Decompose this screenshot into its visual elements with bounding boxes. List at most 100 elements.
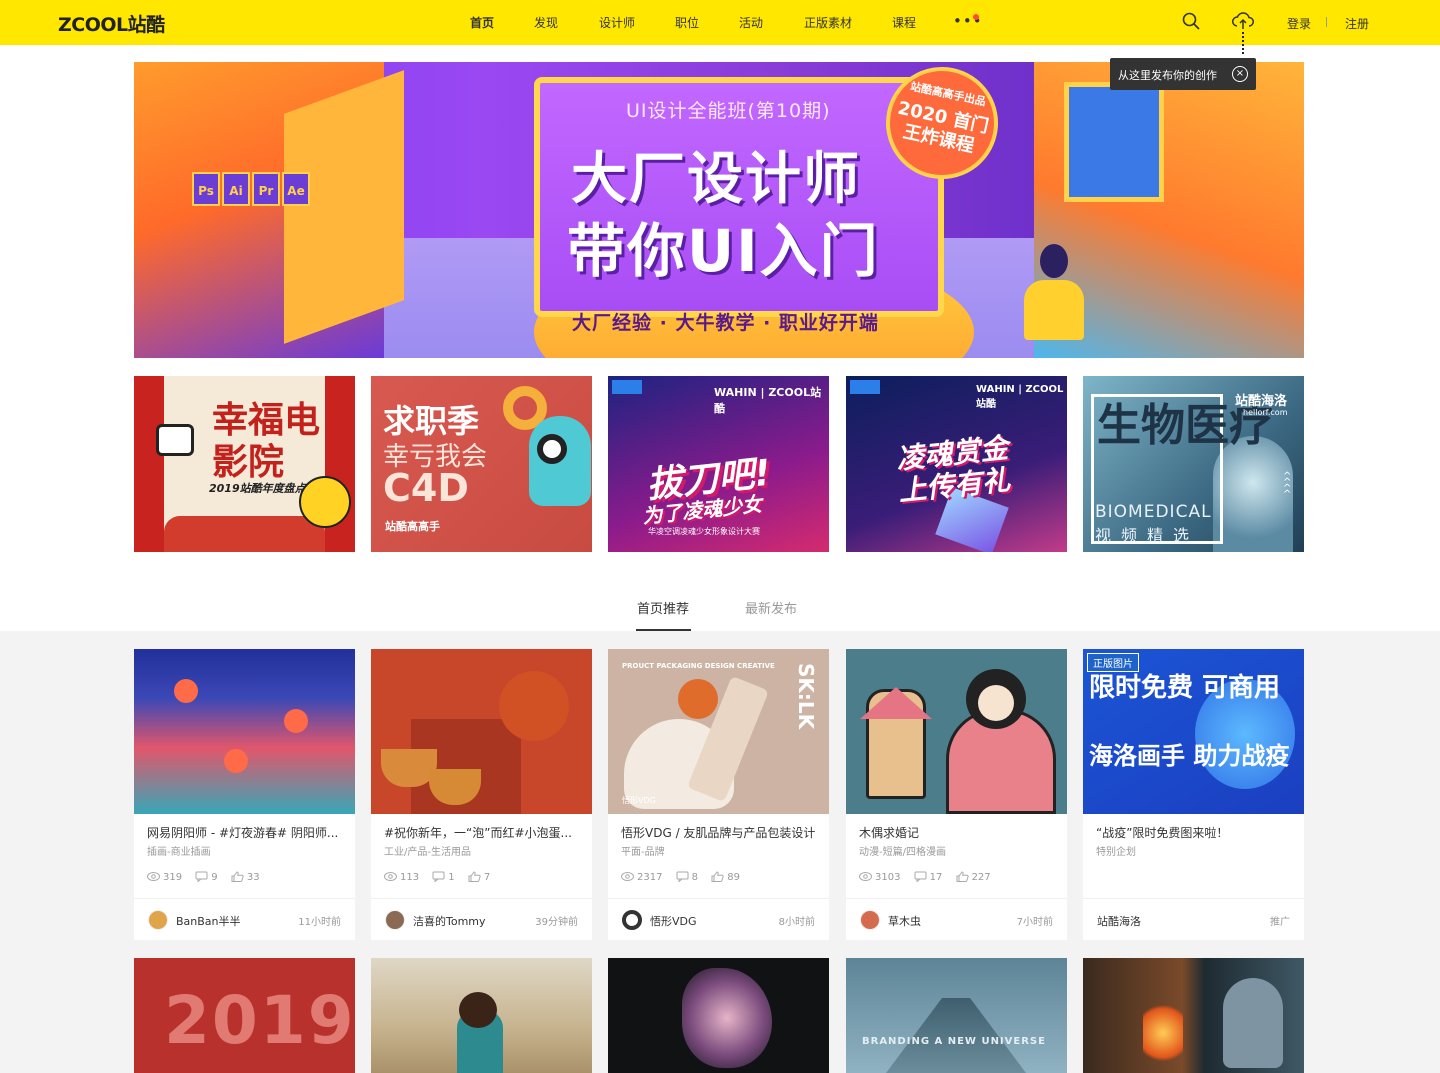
author-name[interactable]: 站酷海洛 <box>1097 913 1141 929</box>
zcool-logo[interactable]: ZCOOL站酷 <box>58 10 165 36</box>
comments-stat: 17 <box>914 871 942 883</box>
avatar[interactable] <box>148 910 168 930</box>
tab-recommended[interactable]: 首页推荐 <box>637 598 689 617</box>
work-thumbnail[interactable] <box>134 649 355 814</box>
upload-cloud-icon[interactable] <box>1232 11 1254 31</box>
chevron-up-icon: ^ ^ ^ ^ <box>1283 471 1292 500</box>
close-icon[interactable]: × <box>1232 66 1248 82</box>
nav-home[interactable]: 首页 <box>470 14 494 31</box>
nav-activities[interactable]: 活动 <box>739 14 763 31</box>
hero-banner[interactable]: Ps Ai Pr Ae UI设计全能班(第10期) 大厂设计师 带你UI入门 大厂经验… <box>134 62 1304 358</box>
register-link[interactable]: 注册 <box>1345 15 1369 32</box>
nav-discover[interactable]: 发现 <box>534 14 558 31</box>
work-title[interactable]: 网易阴阳师 - #灯夜游春# 阴阳师... <box>147 824 347 841</box>
girl-dress <box>1024 280 1084 340</box>
ad-label: 推广 <box>1270 917 1290 928</box>
search-icon[interactable] <box>1182 12 1200 30</box>
hero-headline-1: 大厂设计师 <box>571 147 861 212</box>
likes-stat: 227 <box>956 871 991 883</box>
author-name[interactable]: 洁喜的Tommy <box>413 913 486 929</box>
banner-title: 幸福电影院 <box>212 400 321 483</box>
work-card[interactable]: 木偶求婚记 动漫-短篇/四格漫画 3103 17 227 草木虫 7小时前 <box>846 649 1067 940</box>
promo-card[interactable]: 限时免费 可商用 海洛画手 助力战疫 正版图片 “战疫”限时免费图来啦！ 特别企… <box>1083 649 1304 940</box>
banner-foot: 站酷高高手 <box>385 520 440 533</box>
work-title[interactable]: “战疫”限时免费图来啦！ <box>1096 824 1296 841</box>
comment-icon <box>676 871 689 882</box>
avatar[interactable] <box>622 910 642 930</box>
teapot-illustration <box>499 671 569 741</box>
work-title[interactable]: 木偶求婚记 <box>859 824 1059 841</box>
tab-latest[interactable]: 最新发布 <box>745 598 797 617</box>
comment-icon <box>195 871 208 882</box>
work-thumbnail[interactable]: PROUCT PACKAGING DESIGN CREATIVE SK:LK 悟… <box>608 649 829 814</box>
pr-tag: Pr <box>252 172 280 206</box>
corner-logo <box>850 380 880 394</box>
author-name[interactable]: BanBan半半 <box>176 913 241 929</box>
notification-dot <box>973 14 979 20</box>
banner-english: BIOMEDICAL <box>1095 502 1212 522</box>
thumbs-up-icon <box>231 871 244 882</box>
work-card[interactable] <box>371 958 592 1073</box>
work-thumbnail[interactable] <box>1083 958 1304 1073</box>
banner-bounty-upload[interactable]: WAHIN | ZCOOL站酷 凌魂赏金 上传有礼 <box>846 376 1067 552</box>
ae-tag: Ae <box>282 172 310 206</box>
likes-count: 227 <box>971 872 991 883</box>
banner-draw-sword[interactable]: WAHIN | ZCOOL站酷 拔刀吧! 为了凌魂少女 华凌空调凌魂少女形象设计… <box>608 376 829 552</box>
lantern-illustration <box>224 749 248 773</box>
work-card[interactable]: 2019 <box>134 958 355 1073</box>
image-foot: 悟形VDG <box>622 796 656 805</box>
work-title[interactable]: 悟形VDG / 友肌品牌与产品包装设计 <box>621 824 821 841</box>
work-stats: 319 9 33 <box>147 871 270 885</box>
card-divider <box>134 898 355 899</box>
image-text: 2019 <box>164 982 355 1059</box>
thumbs-up-icon <box>956 871 969 882</box>
banner-job-season-c4d[interactable]: 求职季 幸亏我会 C4D 站酷高高手 <box>371 376 592 552</box>
nav-jobs[interactable]: 职位 <box>675 14 699 31</box>
comments-count: 9 <box>211 872 218 883</box>
login-link[interactable]: 登录 <box>1287 15 1311 32</box>
nav-licensed-assets[interactable]: 正版素材 <box>804 14 852 31</box>
banner-line-3: C4D <box>383 466 469 510</box>
avatar[interactable] <box>860 910 880 930</box>
author-name[interactable]: 悟形VDG <box>650 913 697 929</box>
work-category: 平面-品牌 <box>621 847 665 858</box>
banner-chinese: 视频精选 <box>1095 526 1200 545</box>
tab-active-indicator <box>636 629 691 631</box>
work-card[interactable]: BRANDING A NEW UNIVERSE <box>846 958 1067 1073</box>
image-text: BRANDING A NEW UNIVERSE <box>862 1036 1046 1047</box>
work-card[interactable] <box>608 958 829 1073</box>
work-card[interactable] <box>1083 958 1304 1073</box>
work-title[interactable]: #祝你新年，一“泡”而红#小泡蛋... <box>384 824 584 841</box>
lantern-illustration <box>174 679 198 703</box>
work-card[interactable]: PROUCT PACKAGING DESIGN CREATIVE SK:LK 悟… <box>608 649 829 940</box>
nav-designers[interactable]: 设计师 <box>599 14 635 31</box>
views-count: 3103 <box>875 872 901 883</box>
tooltip-pointer <box>1242 32 1244 54</box>
avatar[interactable] <box>385 910 405 930</box>
work-card[interactable]: #祝你新年，一“泡”而红#小泡蛋... 工业/产品-生活用品 113 1 7 洁… <box>371 649 592 940</box>
banner-subtitle: 2019站酷年度盘点 <box>209 482 306 495</box>
corner-logo <box>612 380 642 394</box>
banner-brand: 站酷海洛 <box>1235 394 1288 409</box>
comments-stat: 9 <box>195 871 218 883</box>
hat-illustration <box>860 687 932 719</box>
comments-stat: 1 <box>432 871 455 883</box>
work-thumbnail[interactable] <box>608 958 829 1073</box>
banner-biomedical[interactable]: 生物医疗 BIOMEDICAL 视频精选 站酷海洛 hellorf.com ^ ^… <box>1083 376 1304 552</box>
work-thumbnail[interactable] <box>846 649 1067 814</box>
likes-stat: 89 <box>711 871 740 883</box>
views-stat: 113 <box>384 871 419 883</box>
work-thumbnail[interactable]: BRANDING A NEW UNIVERSE <box>846 958 1067 1073</box>
work-thumbnail[interactable] <box>371 958 592 1073</box>
work-card[interactable]: 网易阴阳师 - #灯夜游春# 阴阳师... 插画-商业插画 319 9 33 B… <box>134 649 355 940</box>
nav-courses[interactable]: 课程 <box>892 14 916 31</box>
author-name[interactable]: 草木虫 <box>888 913 921 929</box>
work-thumbnail[interactable]: 限时免费 可商用 海洛画手 助力战疫 正版图片 <box>1083 649 1304 814</box>
face-illustration <box>978 685 1014 721</box>
work-thumbnail[interactable]: 2019 <box>134 958 355 1073</box>
top-navbar: ZCOOL站酷 首页 发现 设计师 职位 活动 正版素材 课程 ••• 登录 注… <box>0 0 1440 45</box>
work-thumbnail[interactable] <box>371 649 592 814</box>
publish-tooltip: 从这里发布你的创作 × <box>1110 58 1256 90</box>
banner-happy-cinema[interactable]: 幸福电影院 2019站酷年度盘点 <box>134 376 355 552</box>
views-count: 113 <box>400 872 420 883</box>
